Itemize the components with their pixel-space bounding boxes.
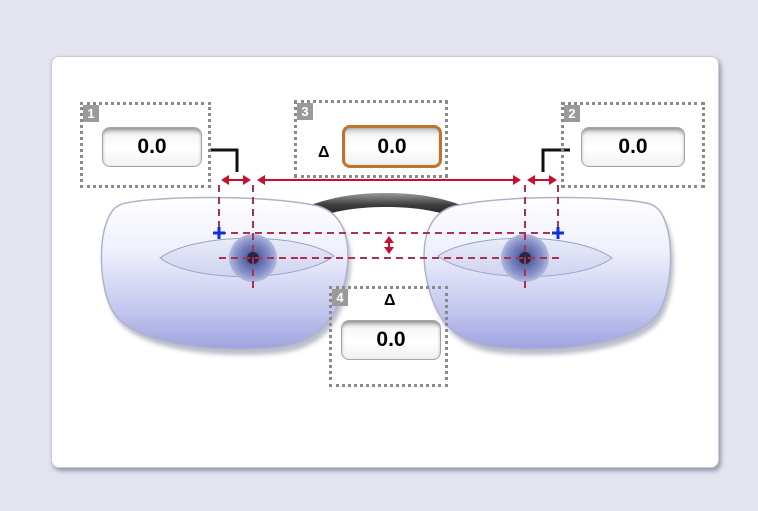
measurement-group-1: 1 [80, 102, 211, 188]
group-badge-3: 3 [297, 103, 313, 120]
horizontal-offset-input[interactable] [342, 125, 442, 168]
left-width-input[interactable] [581, 127, 685, 167]
delta-symbol-4: Δ [384, 292, 396, 309]
leader-line-1 [210, 148, 239, 172]
measurement-group-2: 2 [561, 102, 705, 188]
right-width-input[interactable] [102, 127, 202, 167]
measurement-group-4: 4 Δ [329, 286, 448, 387]
measurement-group-3: 3 Δ [294, 100, 448, 178]
measurement-screen: 1 2 3 Δ 4 Δ [0, 0, 758, 511]
group-badge-2: 2 [564, 105, 580, 122]
group-badge-1: 1 [83, 105, 99, 122]
group-badge-4: 4 [332, 289, 348, 306]
glasses-diagram [100, 148, 674, 355]
delta-symbol-3: Δ [318, 144, 330, 161]
vertical-offset-input[interactable] [341, 320, 441, 360]
